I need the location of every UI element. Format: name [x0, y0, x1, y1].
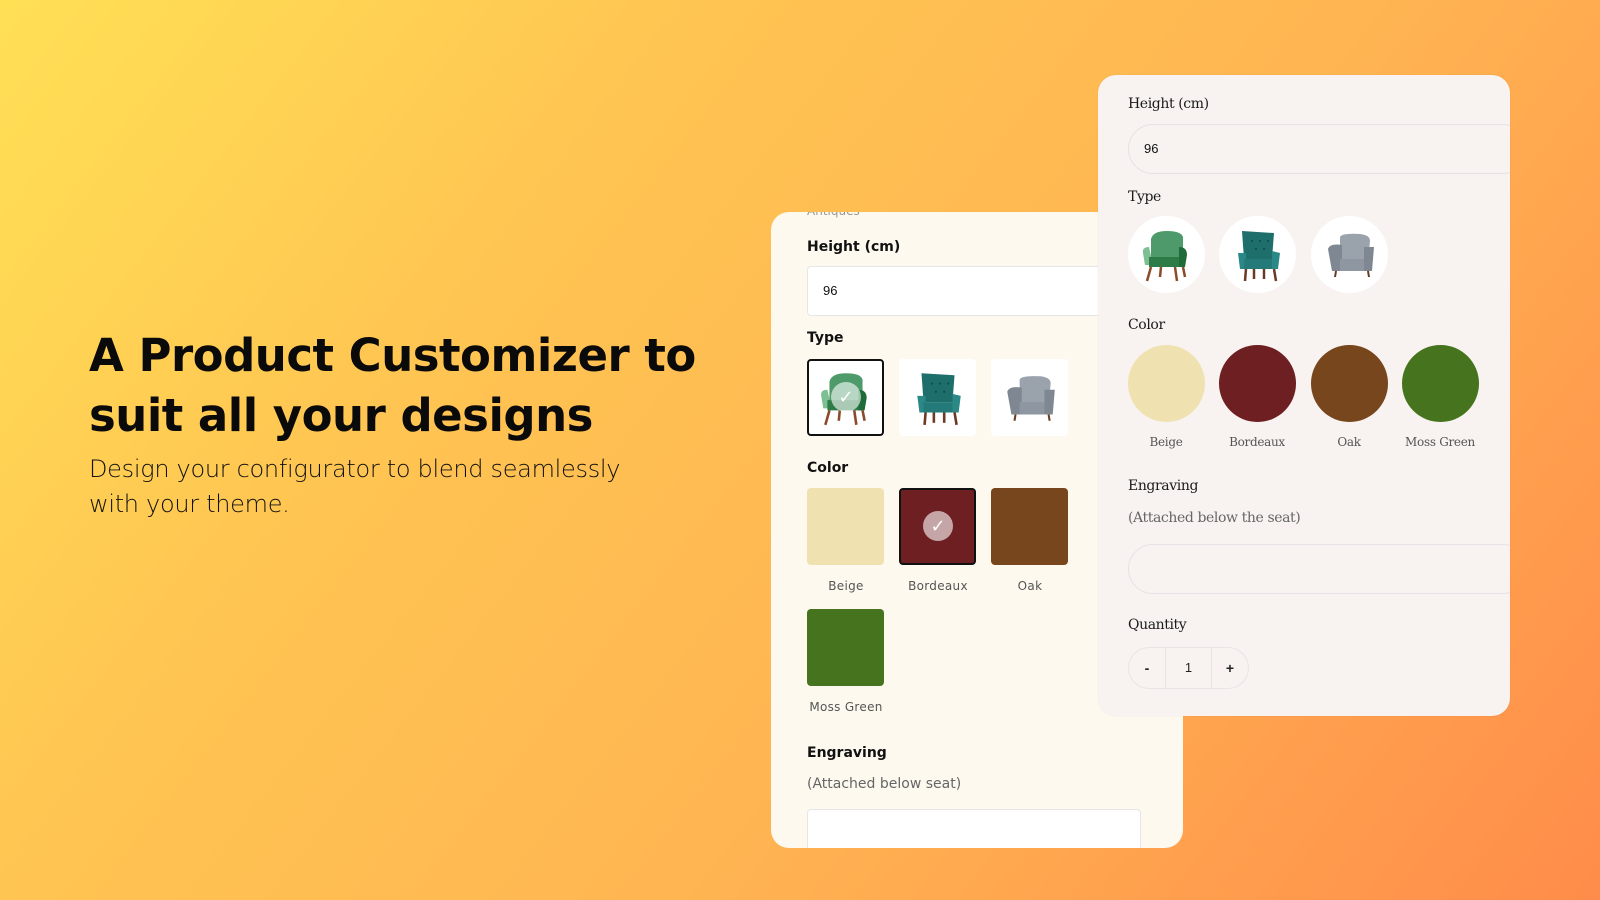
- height-label: Height (cm): [1128, 96, 1209, 112]
- color-name: Oak: [1017, 579, 1043, 593]
- type-option-grey-armchair[interactable]: [991, 359, 1068, 436]
- color-swatch-oak[interactable]: [991, 488, 1068, 565]
- armchair-grey-icon: [999, 367, 1061, 429]
- type-option-teal-chair[interactable]: [899, 359, 976, 436]
- color-label: Color: [807, 460, 849, 476]
- armchair-teal-icon: [1228, 225, 1288, 285]
- type-option-teal-chair[interactable]: [1219, 216, 1296, 293]
- hero-title-line-2: suit all your designs: [89, 389, 593, 442]
- color-swatch-moss-green[interactable]: [1402, 345, 1479, 422]
- engraving-hint: (Attached below the seat): [1128, 510, 1301, 526]
- armchair-teal-icon: [907, 367, 969, 429]
- color-swatch-oak[interactable]: [1311, 345, 1388, 422]
- quantity-increase-button[interactable]: +: [1212, 648, 1248, 688]
- color-swatch-beige[interactable]: [807, 488, 884, 565]
- check-icon: ✓: [831, 382, 861, 412]
- height-input[interactable]: 96: [1128, 124, 1510, 174]
- engraving-label: Engraving: [807, 745, 887, 761]
- color-swatch-moss-green[interactable]: [807, 609, 884, 686]
- color-name: Beige: [1149, 435, 1183, 449]
- engraving-label: Engraving: [1128, 478, 1199, 494]
- type-option-grey-armchair[interactable]: [1311, 216, 1388, 293]
- configurator-card-themed: Height (cm) 96 Type Color Beige Bordeaux…: [1098, 75, 1510, 716]
- hero-subtitle-line-1: Design your configurator to blend seamle…: [89, 455, 621, 483]
- height-input[interactable]: 96: [807, 266, 1147, 316]
- armchair-green-icon: [1137, 225, 1197, 285]
- engraving-input[interactable]: [807, 809, 1141, 848]
- color-name: Moss Green: [1405, 435, 1475, 449]
- color-label: Color: [1128, 317, 1165, 333]
- quantity-stepper: - 1 +: [1128, 647, 1249, 689]
- check-icon: ✓: [923, 511, 953, 541]
- cut-off-label: Antiques: [807, 212, 860, 218]
- color-name: Oak: [1337, 435, 1361, 449]
- hero-title: A Product Customizer to suit all your de…: [89, 326, 709, 446]
- color-name: Bordeaux: [1229, 435, 1285, 449]
- engraving-input[interactable]: [1128, 544, 1510, 594]
- type-option-green-armchair[interactable]: [1128, 216, 1205, 293]
- color-name: Bordeaux: [908, 579, 968, 593]
- hero: A Product Customizer to suit all your de…: [89, 326, 709, 522]
- quantity-decrease-button[interactable]: -: [1129, 648, 1165, 688]
- hero-subtitle: Design your configurator to blend seamle…: [89, 452, 709, 522]
- color-name: Beige: [828, 579, 864, 593]
- type-label: Type: [807, 330, 844, 346]
- quantity-value[interactable]: 1: [1165, 648, 1212, 688]
- type-label: Type: [1128, 189, 1161, 205]
- type-option-green-armchair[interactable]: ✓: [807, 359, 884, 436]
- color-swatch-bordeaux[interactable]: [1219, 345, 1296, 422]
- engraving-hint: (Attached below seat): [807, 776, 962, 792]
- hero-title-line-1: A Product Customizer to: [89, 329, 696, 382]
- color-swatch-bordeaux[interactable]: ✓: [899, 488, 976, 565]
- color-name: Moss Green: [809, 700, 883, 714]
- armchair-grey-icon: [1320, 225, 1380, 285]
- color-swatch-beige[interactable]: [1128, 345, 1205, 422]
- quantity-label: Quantity: [1128, 617, 1187, 633]
- hero-subtitle-line-2: with your theme.: [89, 490, 290, 518]
- height-label: Height (cm): [807, 239, 901, 255]
